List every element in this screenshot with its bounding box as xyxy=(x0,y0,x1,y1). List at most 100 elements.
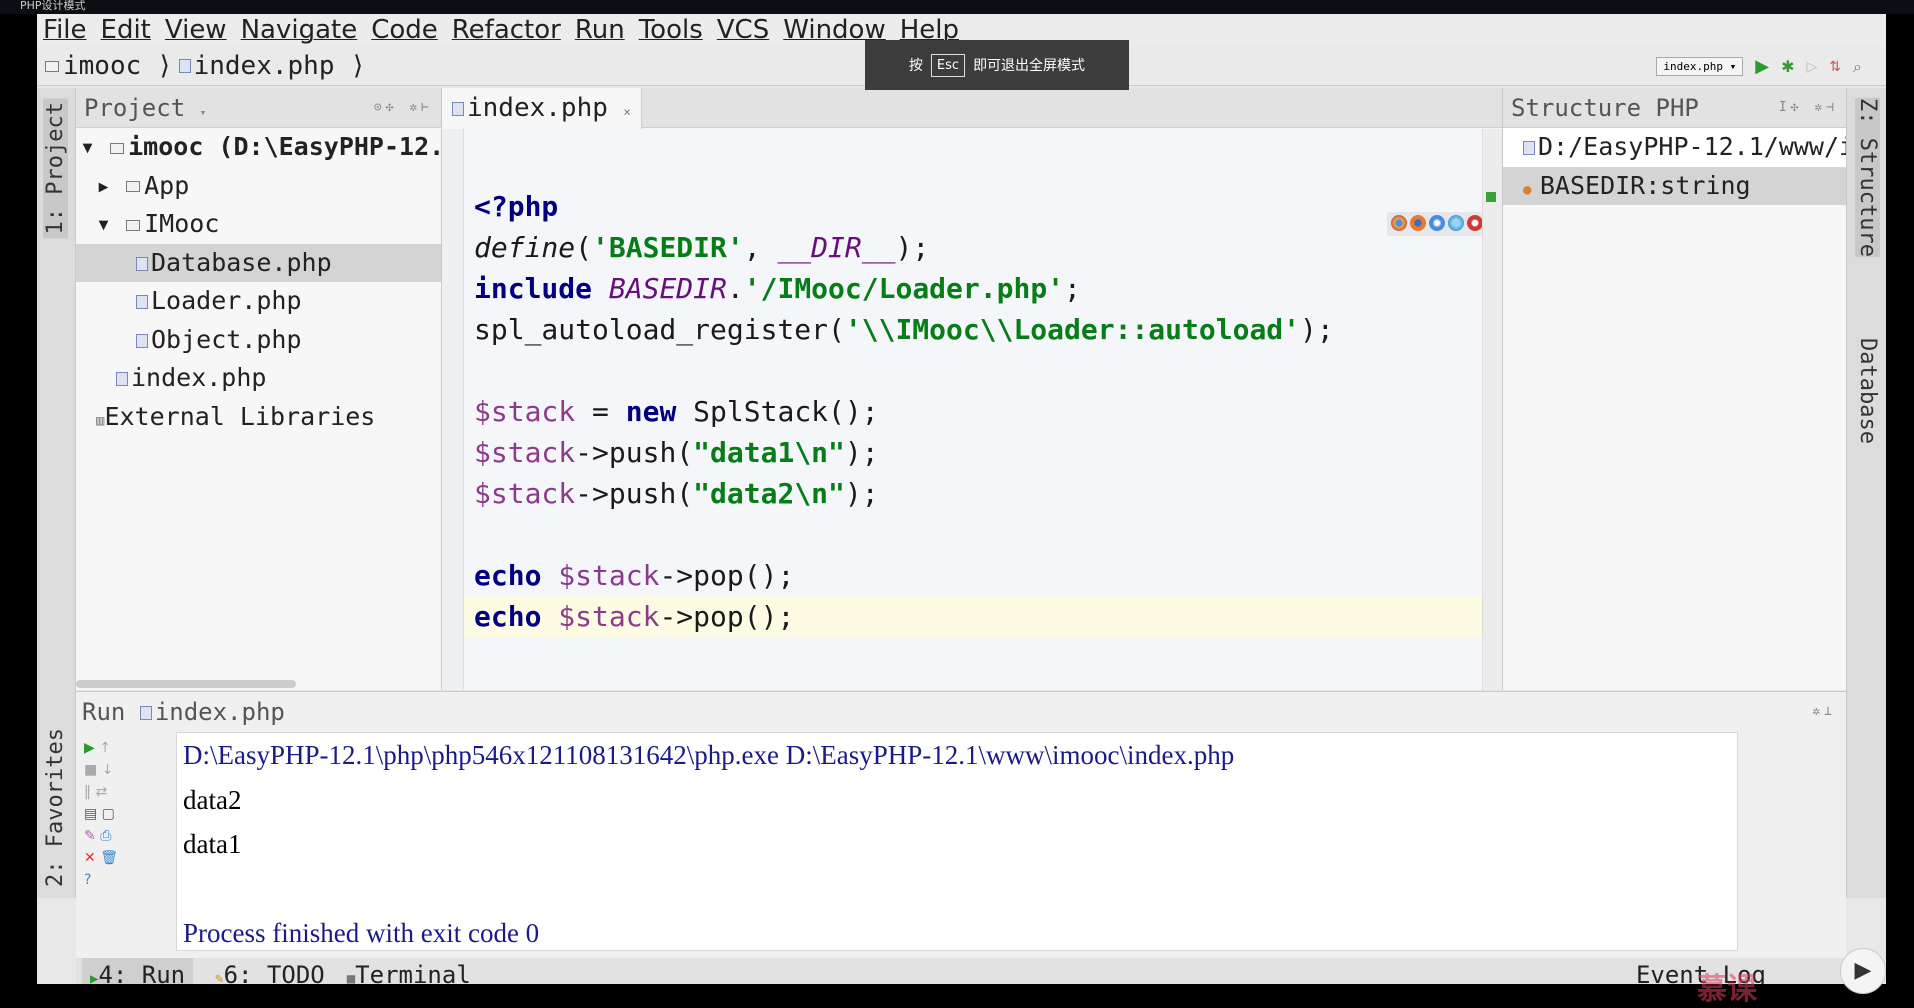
tree-item-imooc[interactable]: ▾ imooc (D:\EasyPHP-12.1\www\imooc) xyxy=(76,128,441,167)
menu-view[interactable]: View xyxy=(165,14,227,46)
menu-vcs[interactable]: VCS xyxy=(717,14,769,46)
menu-file[interactable]: File xyxy=(43,14,87,46)
tab-run[interactable]: ▶4: Run xyxy=(82,958,194,984)
tree-item-app[interactable]: ▸ App xyxy=(76,167,441,206)
menu-tools[interactable]: Tools xyxy=(639,14,703,46)
menu-code[interactable]: Code xyxy=(371,14,438,46)
structure-item-basedir[interactable]: ● BASEDIR:string xyxy=(1503,166,1846,205)
constant-icon: ● xyxy=(1523,181,1540,198)
window-title: PHP设计模式 xyxy=(20,0,86,12)
code-line: echo $stack->pop(); xyxy=(474,559,795,592)
code-line: $stack->push("data2\n"); xyxy=(474,477,879,510)
close-tab-icon[interactable]: × xyxy=(624,105,631,119)
help-icon[interactable]: ? xyxy=(84,872,146,888)
php-file-icon xyxy=(139,706,152,720)
menu-edit[interactable]: Edit xyxy=(101,14,151,46)
run-config-select[interactable]: index.php ▾ xyxy=(1656,57,1744,76)
run-settings-icon[interactable]: ✲⊥ xyxy=(1812,692,1836,732)
fullscreen-toast: 按 Esc 即可退出全屏模式 xyxy=(865,40,1129,90)
structure-item-file[interactable]: D:/EasyPHP-12.1/www/imooc/index.php xyxy=(1503,128,1846,167)
project-panel: Project ▾⊙✣ ✲⊢ ▾ imooc (D:\EasyPHP-12.1\… xyxy=(76,88,442,690)
tree-item-loader[interactable]: Loader.php xyxy=(76,282,441,321)
search-icon[interactable]: ⌕ xyxy=(1853,57,1862,77)
video-play-button[interactable]: ▶ xyxy=(1840,948,1886,994)
watermark-logo: 慕课 xyxy=(1697,972,1757,1007)
tab-todo[interactable]: ✎6: TODO xyxy=(215,958,325,984)
breadcrumb-imooc[interactable]: imooc ⟩ xyxy=(45,46,173,86)
esc-key: Esc xyxy=(930,53,966,77)
debug-icon[interactable]: ✱ xyxy=(1781,57,1794,76)
ie-icon[interactable] xyxy=(1448,215,1464,231)
php-file-icon xyxy=(136,256,148,271)
run-panel-header: Run index.php ✲⊥ xyxy=(76,692,1846,732)
console-output[interactable]: D:\EasyPHP-12.1\php\php546x121108131642\… xyxy=(176,732,1738,951)
ide-window: File Edit View Navigate Code Refactor Ru… xyxy=(37,14,1886,1007)
run-toolbar: index.php ▾ ▶ ✱ ▷ ⇅ ⌕ xyxy=(1656,56,1862,77)
console-line: D:\EasyPHP-12.1\php\php546x121108131642\… xyxy=(183,740,1235,770)
rerun-icon[interactable]: ▶ ↑ xyxy=(84,740,146,756)
code-area[interactable]: <?php define('BASEDIR', __DIR__); includ… xyxy=(474,186,1334,637)
php-file-icon xyxy=(178,59,191,73)
panel-toolbar-icons[interactable]: I✣ ✲⊣ xyxy=(1779,88,1838,128)
editor-panel: index.php × <?php define('BASEDIR', __DI… xyxy=(442,88,1502,690)
code-line: $stack->push("data1\n"); xyxy=(474,436,879,469)
pin-icon[interactable]: ✎ ⎙ xyxy=(84,828,146,844)
stop-icon[interactable]: ■ ↓ xyxy=(84,762,146,778)
opera-icon[interactable] xyxy=(1467,215,1483,231)
tree-item-index[interactable]: index.php xyxy=(76,359,441,398)
breadcrumb-index[interactable]: index.php ⟩ xyxy=(178,46,366,86)
structure-tool-button[interactable]: Z: Structure xyxy=(1855,98,1880,257)
browser-preview-icons xyxy=(1387,212,1491,236)
profile-icon[interactable]: ▷ xyxy=(1807,59,1818,75)
inspection-ok-icon xyxy=(1486,192,1496,202)
tree-item-external-libraries[interactable]: ▥External Libraries xyxy=(76,398,441,437)
chrome-icon[interactable] xyxy=(1391,215,1407,231)
folder-icon xyxy=(110,142,125,154)
editor-gutter xyxy=(442,129,464,690)
close-run-icon[interactable]: ✕ 🗑 xyxy=(84,850,146,866)
tree-item-imooc-folder[interactable]: ▾ IMooc xyxy=(76,205,441,244)
firefox-icon[interactable] xyxy=(1410,215,1426,231)
run-toolbar: ▶ ↑ ■ ↓ ‖ ⇄ ▤ ▢ ✎ ⎙ ✕ 🗑 ? xyxy=(76,732,146,959)
favorites-tool-button[interactable]: 2: Favorites xyxy=(43,728,68,887)
tab-index-php[interactable]: index.php × xyxy=(442,88,642,129)
tab-terminal[interactable]: ■Terminal xyxy=(347,958,471,984)
file-icon xyxy=(1523,141,1535,155)
pause-icon[interactable]: ‖ ⇄ xyxy=(84,784,146,800)
menu-refactor[interactable]: Refactor xyxy=(452,14,561,46)
console-line: Process finished with exit code 0 xyxy=(183,918,540,948)
run-icon[interactable]: ▶ xyxy=(1755,56,1769,77)
structure-panel: Structure PHP I✣ ✲⊣ D:/EasyPHP-12.1/www/i… xyxy=(1502,88,1846,690)
structure-tree: D:/EasyPHP-12.1/www/imooc/index.php ● BA… xyxy=(1503,128,1846,205)
structure-panel-header: Structure PHP I✣ ✲⊣ xyxy=(1503,88,1846,128)
tree-item-database[interactable]: Database.php xyxy=(76,243,441,282)
run-panel: Run index.php ✲⊥ ▶ ↑ ■ ↓ ‖ ⇄ ▤ ▢ ✎ ⎙ ✕ 🗑 … xyxy=(76,691,1846,958)
right-tool-strip: Z: Structure Database xyxy=(1846,88,1886,898)
horizontal-scrollbar[interactable] xyxy=(76,680,296,688)
project-title[interactable]: Project xyxy=(84,94,185,122)
folder-icon xyxy=(126,219,141,231)
code-line: define('BASEDIR', __DIR__); xyxy=(474,231,930,264)
panel-toolbar-icons[interactable]: ⊙✣ ✲⊢ xyxy=(374,88,433,128)
safari-icon[interactable] xyxy=(1429,215,1445,231)
menu-navigate[interactable]: Navigate xyxy=(241,14,358,46)
bottom-tool-tabs: ▶4: Run ✎6: TODO ■Terminal Event Log xyxy=(76,958,1846,984)
restore-layout-icon[interactable]: ▤ ▢ xyxy=(84,806,146,822)
php-file-icon xyxy=(136,295,148,309)
php-file-icon xyxy=(116,372,128,386)
project-tool-button[interactable]: 1: Project xyxy=(43,98,68,239)
menu-run[interactable]: Run xyxy=(575,14,625,46)
tree-item-object[interactable]: Object.php xyxy=(76,321,441,360)
folder-icon xyxy=(45,60,59,72)
editor-scrollbar[interactable] xyxy=(1482,129,1502,690)
run-tab-file[interactable]: index.php xyxy=(155,698,285,726)
video-title-bar: PHP设计模式 xyxy=(0,0,1914,14)
console-line: data1 xyxy=(183,829,242,859)
vcs-icon[interactable]: ⇅ xyxy=(1829,59,1841,75)
database-tool-button[interactable]: Database xyxy=(1855,338,1880,444)
structure-title: Structure PHP xyxy=(1511,94,1699,122)
code-line: include BASEDIR.'/IMooc/Loader.php'; xyxy=(474,272,1081,305)
